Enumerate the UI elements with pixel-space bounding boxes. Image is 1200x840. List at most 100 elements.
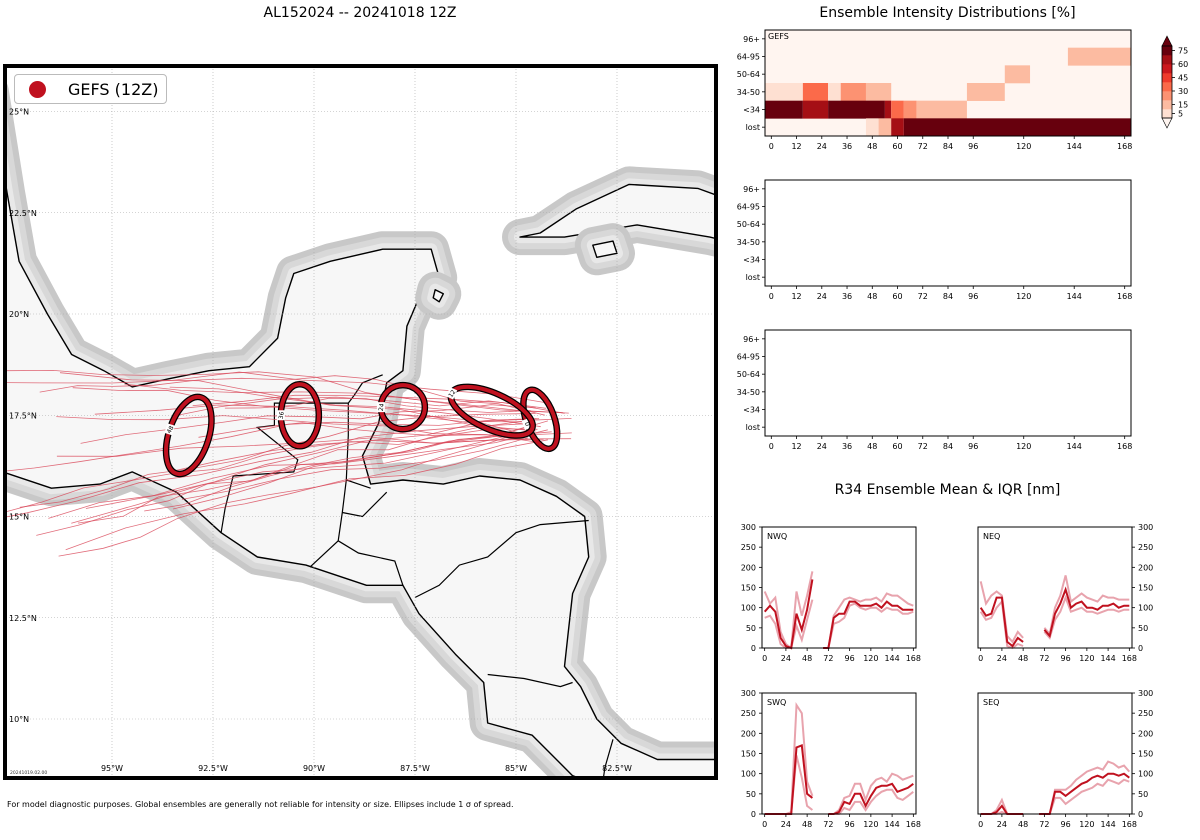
heatmap-cell xyxy=(865,118,879,137)
x-tick-label: 72 xyxy=(1039,654,1049,663)
colorbar-segment xyxy=(1162,55,1172,65)
y-tick-label: 200 xyxy=(1138,729,1153,738)
lat-label: 22.5°N xyxy=(9,209,37,218)
heatmap-cell xyxy=(765,83,803,101)
x-tick-label: 0 xyxy=(762,820,767,829)
r34-panel-neq: 0 50 100 150 200 250 300 0 24 48 72 96 120 144 168 NEQ xyxy=(977,523,1153,663)
y-tick-label: 250 xyxy=(1138,709,1153,718)
heatmap-cell xyxy=(884,100,892,119)
r34-title: R34 Ensemble Mean & IQR [nm] xyxy=(834,482,1061,498)
x-tick-label: 168 xyxy=(906,820,921,829)
lon-label: 92.5°W xyxy=(198,764,228,773)
x-tick-label: 84 xyxy=(943,442,953,451)
r34-panels: 0501001502002503000 24 48 72 96 120 144 168NWQ0… xyxy=(741,523,1154,829)
r34-panel-seq: 0 50 100 150 200 250 300 0 24 48 72 96 120 144 168 SEQ xyxy=(977,689,1153,829)
y-tick-label: 250 xyxy=(741,543,756,552)
x-tick-label: 24 xyxy=(997,820,1007,829)
x-tick-label: 144 xyxy=(1067,442,1082,451)
x-tick-label: 36 xyxy=(842,292,852,301)
x-tick-label: 48 xyxy=(802,820,812,829)
lon-label: 95°W xyxy=(101,764,123,773)
y-tick-label: 100 xyxy=(1138,604,1153,613)
colorbar-tick-label: 30 xyxy=(1178,87,1188,96)
intensity-heatmaps: 96+ 64-95 50-64 34-50 <34 lost 0 12 24 36 48 60 72 84… xyxy=(737,29,1188,451)
y-tick-label: 100 xyxy=(741,604,756,613)
x-tick-label: 168 xyxy=(1117,292,1132,301)
heatmap-cell xyxy=(1004,65,1031,84)
heatmap-panel-3: 96+ 64-95 50-64 34-50 <34 lost 0 12 24 36 48 60 72 84… xyxy=(737,329,1132,451)
x-tick-label: 96 xyxy=(968,442,978,451)
x-tick-label: 72 xyxy=(918,442,928,451)
x-tick-label: 144 xyxy=(884,820,899,829)
x-tick-label: 24 xyxy=(817,142,827,151)
y-tick-label: 96+ xyxy=(743,35,760,44)
y-tick-label: 200 xyxy=(741,729,756,738)
r34-plot-area xyxy=(762,693,916,814)
y-tick-label: <34 xyxy=(743,106,760,115)
x-tick-label: 24 xyxy=(781,820,791,829)
x-tick-label: 24 xyxy=(997,654,1007,663)
y-tick-label: lost xyxy=(746,423,760,432)
x-tick-label: 12 xyxy=(791,442,801,451)
x-tick-label: 72 xyxy=(823,820,833,829)
x-tick-label: 144 xyxy=(1100,654,1115,663)
x-tick-label: 72 xyxy=(823,654,833,663)
legend-label: GEFS (12Z) xyxy=(68,80,159,99)
heatmap-panel-2: 96+ 64-95 50-64 34-50 <34 lost 0 12 24 36 48 60 72 84… xyxy=(737,179,1132,301)
y-tick-label: 0 xyxy=(1138,644,1143,653)
x-tick-label: 144 xyxy=(1067,142,1082,151)
x-tick-label: 168 xyxy=(906,654,921,663)
ellipse-hour-label: 36 xyxy=(278,411,286,420)
x-tick-label: 144 xyxy=(884,654,899,663)
y-tick-label: 0 xyxy=(1138,810,1143,819)
y-tick-label: 96+ xyxy=(743,185,760,194)
ellipse-hour-label: 24 xyxy=(378,403,386,412)
x-tick-label: 168 xyxy=(1122,820,1137,829)
heatmap-cell xyxy=(828,83,841,101)
x-tick-label: 96 xyxy=(1061,820,1071,829)
y-tick-label: 96+ xyxy=(743,335,760,344)
x-tick-label: 48 xyxy=(867,442,877,451)
colorbar-extend-bottom xyxy=(1161,117,1173,129)
track-map: 012243648 25°N22.5°N20°N17.5°N15°N12.5°N… xyxy=(3,64,718,780)
x-tick-label: 36 xyxy=(842,142,852,151)
r34-quadrant-label: SEQ xyxy=(983,698,999,707)
colorbar-tick-label: 60 xyxy=(1178,60,1188,69)
x-tick-label: 48 xyxy=(1018,654,1028,663)
colorbar-segment xyxy=(1162,82,1172,92)
x-tick-label: 72 xyxy=(918,292,928,301)
x-tick-label: 24 xyxy=(781,654,791,663)
x-tick-label: 168 xyxy=(1117,442,1132,451)
x-tick-label: 120 xyxy=(863,654,878,663)
heatmap-cell xyxy=(802,100,829,119)
y-tick-label: 64-95 xyxy=(737,353,760,362)
x-tick-label: 96 xyxy=(968,142,978,151)
x-tick-label: 0 xyxy=(762,654,767,663)
r34-quadrant-label: SWQ xyxy=(767,698,786,707)
y-tick-label: 0 xyxy=(751,644,756,653)
colorbar-segment xyxy=(1162,64,1172,74)
r34-plot-area xyxy=(762,527,916,648)
y-tick-label: 50 xyxy=(1138,790,1148,799)
y-tick-label: 150 xyxy=(741,750,756,759)
y-tick-label: 50-64 xyxy=(737,70,760,79)
y-tick-label: 50 xyxy=(746,790,756,799)
y-tick-label: 34-50 xyxy=(737,88,760,97)
x-tick-label: 120 xyxy=(1016,292,1031,301)
r34-quadrant-label: NWQ xyxy=(767,532,787,541)
y-tick-label: 34-50 xyxy=(737,238,760,247)
lat-label: 12.5°N xyxy=(9,614,37,623)
lat-label: 10°N xyxy=(9,715,29,724)
x-tick-label: 48 xyxy=(1018,820,1028,829)
y-tick-label: 250 xyxy=(1138,543,1153,552)
x-tick-label: 120 xyxy=(1079,654,1094,663)
y-tick-label: 200 xyxy=(1138,563,1153,572)
x-tick-label: 144 xyxy=(1067,292,1082,301)
colorbar-tick-label: 75 xyxy=(1178,47,1188,56)
x-tick-label: 60 xyxy=(892,142,902,151)
cozumel-landmass xyxy=(415,271,462,320)
lat-label: 20°N xyxy=(9,310,29,319)
x-tick-label: 48 xyxy=(867,142,877,151)
heatmap-panel-1: 96+ 64-95 50-64 34-50 <34 lost 0 12 24 36 48 60 72 84… xyxy=(737,29,1132,151)
timestamp-stamp: 20241019.02.00 xyxy=(10,770,47,776)
